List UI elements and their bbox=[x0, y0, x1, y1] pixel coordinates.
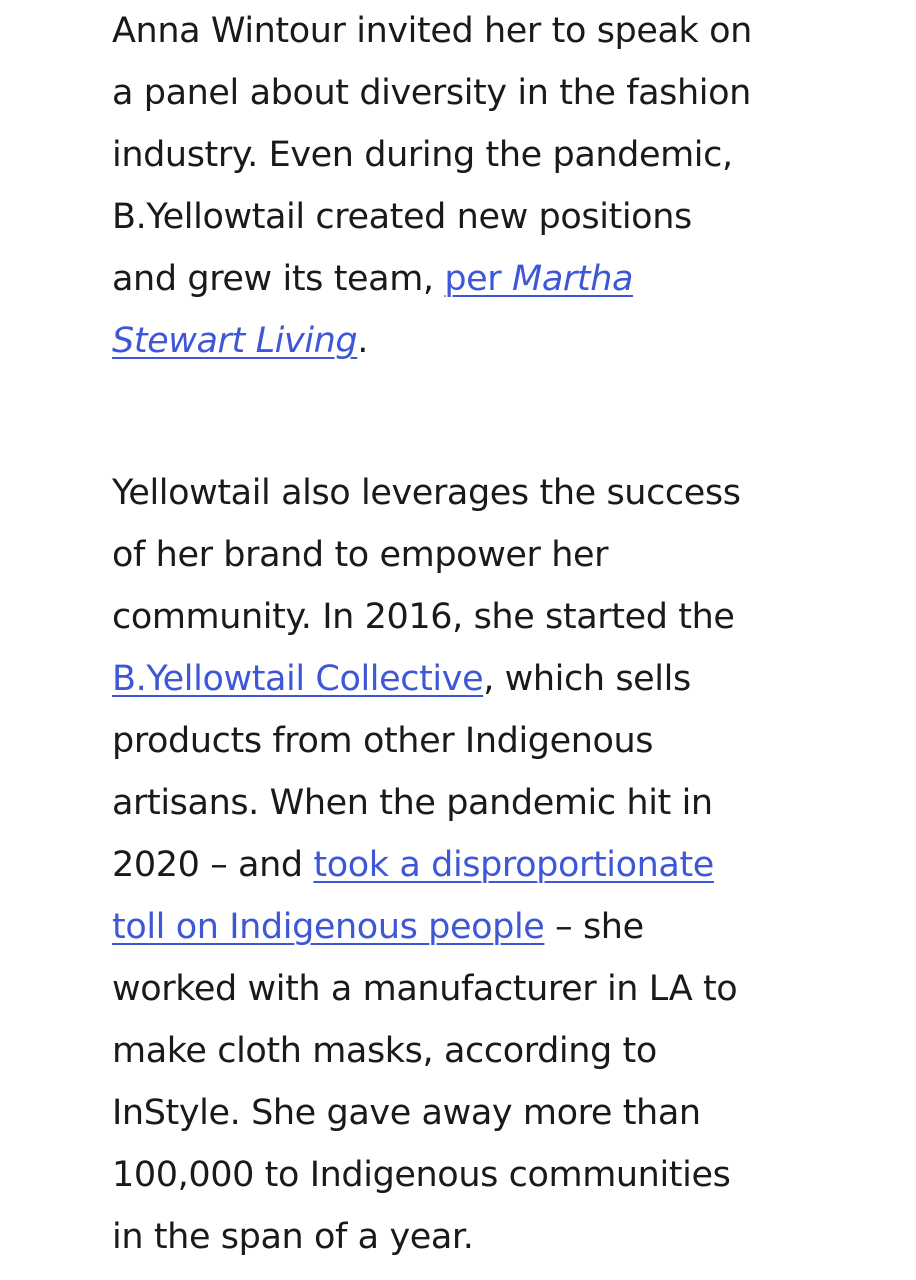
text-line: B.Yellowtail Collective, which sells bbox=[112, 648, 691, 710]
text-span: , which sells bbox=[483, 659, 691, 699]
text-line: Stewart Living. bbox=[112, 310, 368, 372]
text-line: B.Yellowtail created new positions bbox=[112, 197, 692, 237]
text-line: 2020 – and took a disproportionate bbox=[112, 834, 714, 896]
disproportionate-toll-link[interactable]: took a disproportionate bbox=[313, 845, 714, 885]
link-text-italic: Martha bbox=[512, 259, 634, 299]
text-span: and grew its team, bbox=[112, 259, 445, 299]
text-line: Anna Wintour invited her to speak on bbox=[112, 11, 752, 51]
text-line: in the span of a year. bbox=[112, 1217, 474, 1257]
martha-stewart-living-link-continued[interactable]: Stewart Living bbox=[112, 321, 358, 361]
text-line: make cloth masks, according to bbox=[112, 1031, 657, 1071]
text-span: 2020 – and bbox=[112, 845, 314, 885]
text-line: products from other Indigenous bbox=[112, 721, 654, 761]
text-line: worked with a manufacturer in LA to bbox=[112, 969, 738, 1009]
text-line: toll on Indigenous people – she bbox=[112, 896, 644, 958]
text-line: industry. Even during the pandemic, bbox=[112, 135, 733, 175]
text-line: artisans. When the pandemic hit in bbox=[112, 783, 713, 823]
text-line: of her brand to empower her bbox=[112, 535, 609, 575]
b-yellowtail-collective-link[interactable]: B.Yellowtail Collective bbox=[112, 659, 484, 699]
text-line: and grew its team, per Martha bbox=[112, 248, 633, 310]
text-line: 100,000 to Indigenous communities bbox=[112, 1155, 731, 1195]
text-span: – she bbox=[544, 907, 644, 947]
text-line: community. In 2016, she started the bbox=[112, 597, 735, 637]
martha-stewart-living-link[interactable]: per Martha bbox=[444, 259, 633, 299]
text-line: a panel about diversity in the fashion bbox=[112, 73, 751, 113]
link-text: per bbox=[444, 259, 513, 299]
disproportionate-toll-link-continued[interactable]: toll on Indigenous people bbox=[112, 907, 545, 947]
text-line: InStyle. She gave away more than bbox=[112, 1093, 701, 1133]
text-line: Yellowtail also leverages the success bbox=[112, 473, 741, 513]
text-span: . bbox=[357, 321, 368, 361]
